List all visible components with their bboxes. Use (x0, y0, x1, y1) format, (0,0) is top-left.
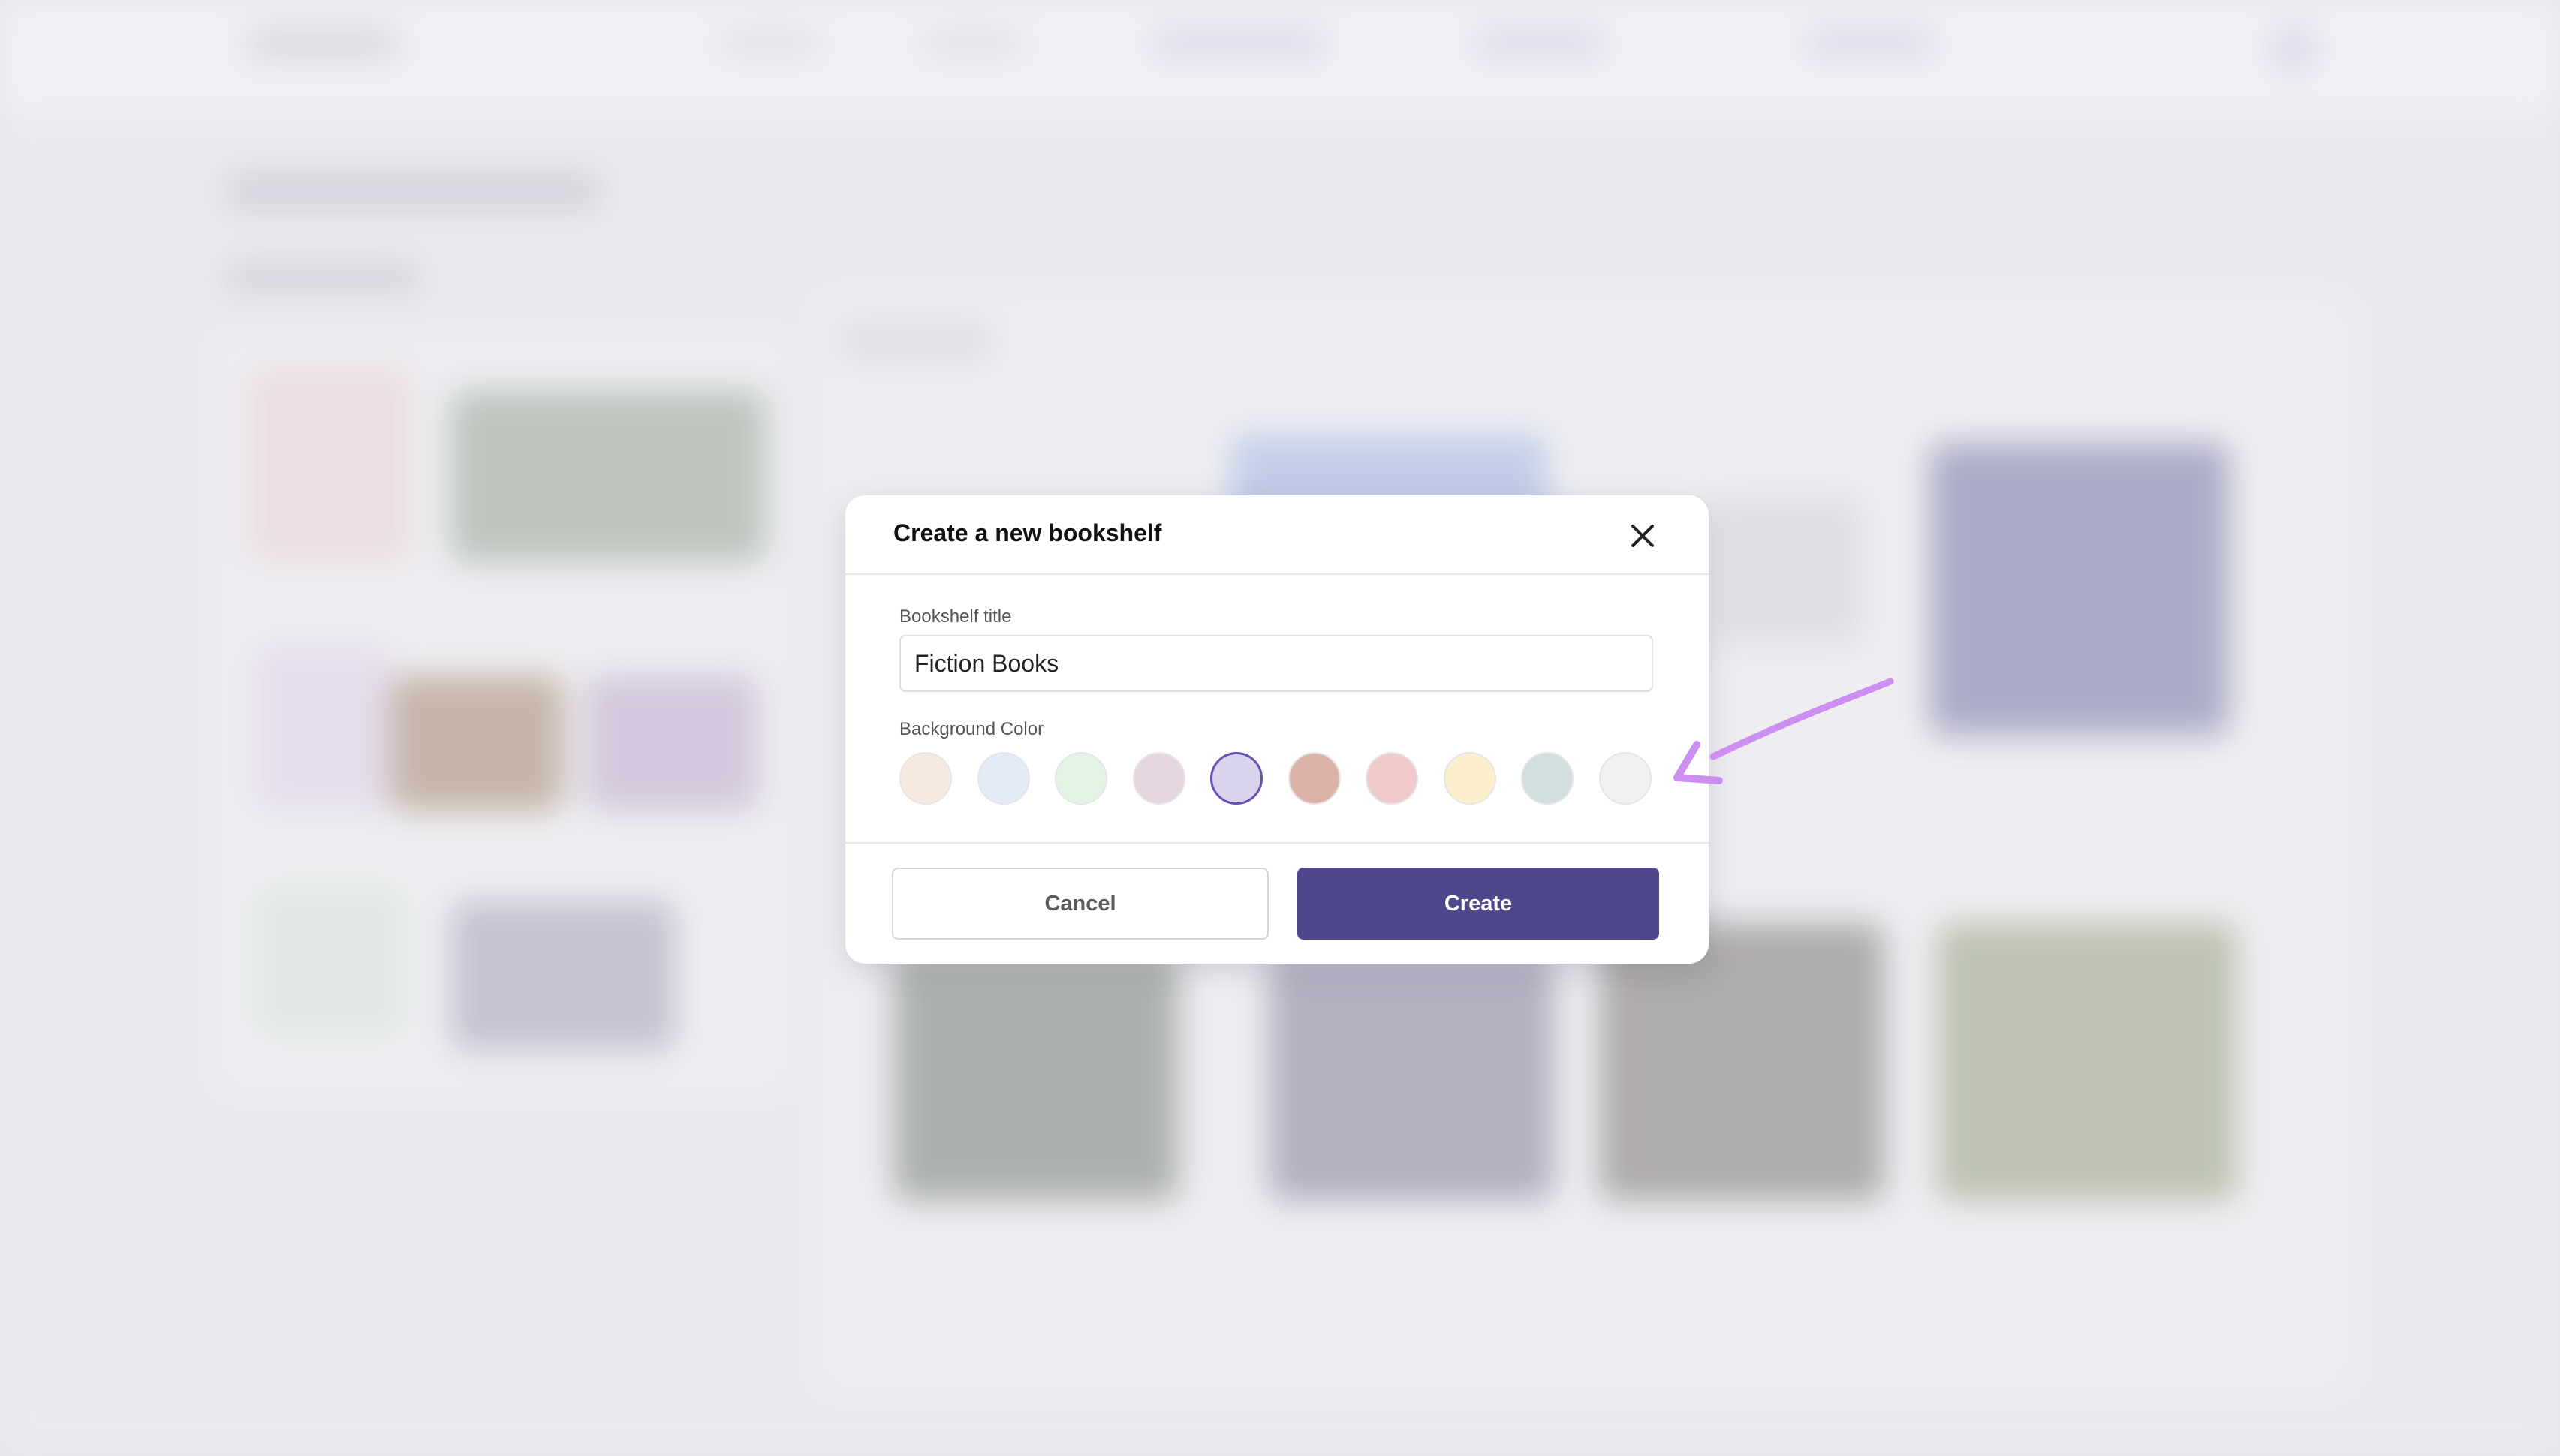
color-swatch-group (899, 752, 1658, 808)
close-button[interactable] (1626, 519, 1659, 552)
dialog-header: Create a new bookshelf (845, 495, 1709, 575)
create-bookshelf-dialog: Create a new bookshelf Bookshelf title B… (845, 495, 1709, 964)
background-color-label: Background Color (899, 719, 1044, 739)
color-swatch[interactable] (977, 752, 1030, 805)
close-icon (1631, 525, 1654, 547)
color-swatch[interactable] (1132, 752, 1185, 805)
create-button[interactable]: Create (1297, 868, 1659, 940)
color-swatch[interactable] (899, 752, 952, 805)
bookshelf-title-label: Bookshelf title (899, 606, 1012, 627)
color-swatch[interactable] (1210, 752, 1263, 805)
cancel-button[interactable]: Cancel (892, 868, 1269, 940)
color-swatch[interactable] (1055, 752, 1107, 805)
annotation-arrow (1673, 678, 1894, 784)
color-swatch[interactable] (1443, 752, 1496, 805)
color-swatch[interactable] (1598, 752, 1652, 805)
color-swatch[interactable] (1366, 752, 1418, 805)
color-swatch[interactable] (1521, 752, 1574, 805)
bookshelf-title-input[interactable] (899, 635, 1653, 692)
color-swatch[interactable] (1288, 752, 1341, 805)
dialog-title: Create a new bookshelf (893, 519, 1162, 546)
footer-divider (845, 842, 1709, 844)
